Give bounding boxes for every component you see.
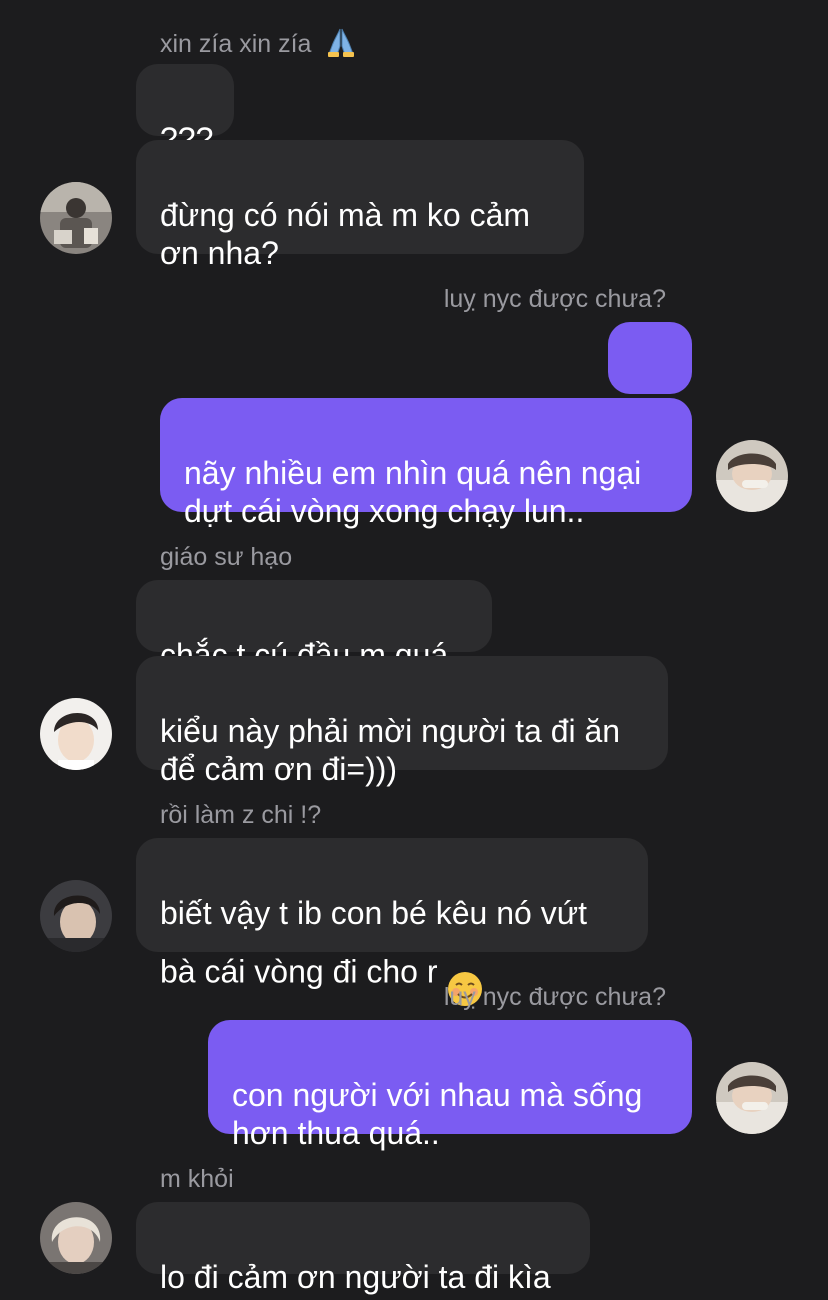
sender-name-text: xin zía xin zía xyxy=(160,30,312,59)
message-text: nãy nhiều em nhìn quá nên ngại dựt cái v… xyxy=(184,455,642,529)
avatar[interactable] xyxy=(716,1062,788,1134)
sender-name: xin zía xin zía xyxy=(160,26,358,65)
message-text: đừng có nói mà m ko cảm ơn nha? xyxy=(160,197,531,271)
message-bubble-incoming[interactable]: lo đi cảm ơn người ta đi kìa xyxy=(136,1202,590,1295)
sender-name: luỵ nyc được chưa? xyxy=(444,284,666,314)
message-bubble-outgoing[interactable]: .... xyxy=(608,322,692,415)
message-text: kiểu này phải mời người ta đi ăn để cảm … xyxy=(160,713,621,787)
message-bubble-incoming[interactable]: chắc t cú đầu m quá xyxy=(136,580,492,673)
sender-name-text: giáo sư hạo xyxy=(160,543,293,571)
user-avatar-photo xyxy=(40,698,112,770)
sender-name-text: m khỏi xyxy=(160,1165,234,1193)
avatar[interactable] xyxy=(40,1202,112,1274)
user-avatar-photo xyxy=(40,182,112,254)
sender-name: rồi làm z chi !? xyxy=(160,800,321,830)
message-bubble-incoming[interactable]: biết vậy t ib con bé kêu nó vứt bà cái v… xyxy=(136,838,648,1006)
sender-name-text: rồi làm z chi !? xyxy=(160,801,322,829)
sender-name-text: luỵ nyc được chưa? xyxy=(443,285,666,313)
user-avatar-photo xyxy=(716,1062,788,1134)
message-text: con người với nhau mà sống hơn thua quá.… xyxy=(232,1077,643,1151)
message-bubble-incoming[interactable]: đừng có nói mà m ko cảm ơn nha? xyxy=(136,140,584,271)
message-bubble-outgoing[interactable]: nãy nhiều em nhìn quá nên ngại dựt cái v… xyxy=(160,398,692,529)
avatar[interactable] xyxy=(40,880,112,952)
message-text: biết vậy t ib con bé kêu nó vứt bà cái v… xyxy=(160,895,587,990)
sender-name: luỵ nyc được chưa? xyxy=(444,982,666,1012)
avatar[interactable] xyxy=(40,182,112,254)
sender-name: giáo sư hạo xyxy=(160,542,292,572)
user-avatar-photo xyxy=(40,1202,112,1274)
sender-name-text: luỵ nyc được chưa? xyxy=(443,983,666,1011)
message-text: lo đi cảm ơn người ta đi kìa xyxy=(160,1259,551,1295)
user-avatar-photo xyxy=(40,880,112,952)
message-bubble-outgoing[interactable]: con người với nhau mà sống hơn thua quá.… xyxy=(208,1020,692,1151)
message-bubble-incoming[interactable]: ??? xyxy=(136,64,234,157)
avatar[interactable] xyxy=(40,698,112,770)
message-bubble-incoming[interactable]: kiểu này phải mời người ta đi ăn để cảm … xyxy=(136,656,668,787)
sender-name: m khỏi xyxy=(160,1164,234,1194)
folded-hands-icon xyxy=(324,26,358,65)
user-avatar-photo xyxy=(716,440,788,512)
avatar[interactable] xyxy=(716,440,788,512)
